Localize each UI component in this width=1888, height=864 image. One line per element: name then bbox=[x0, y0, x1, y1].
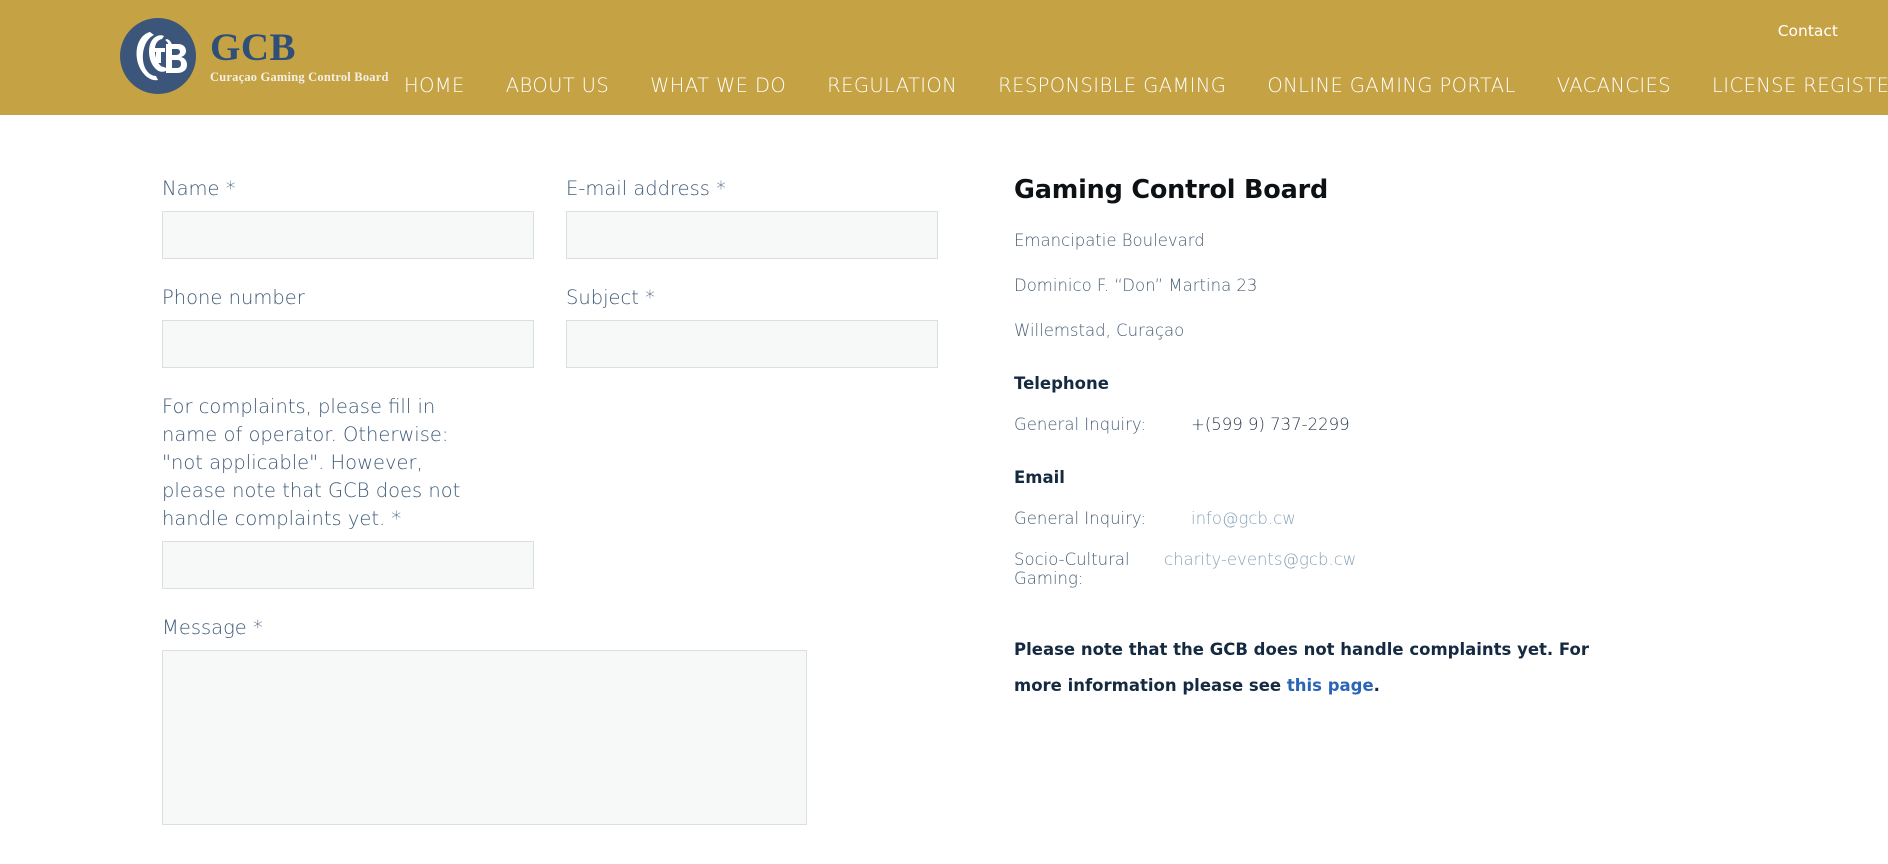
address-line-1: Emancipatie Boulevard bbox=[1014, 231, 1205, 250]
page-content: Name * E-mail address * Phone number Sub… bbox=[0, 115, 1888, 864]
nav-item-about-us[interactable]: ABOUT US bbox=[506, 74, 609, 97]
name-input[interactable] bbox=[162, 211, 534, 259]
email-row-general: General Inquiry: info@gcb.cw bbox=[1014, 509, 1814, 528]
logo-subtitle: Curaçao Gaming Control Board bbox=[210, 70, 389, 85]
phone-label: Phone number bbox=[162, 286, 305, 309]
nav-item-home[interactable]: HOME bbox=[404, 74, 465, 97]
telephone-row: General Inquiry: +(599 9) 737-2299 bbox=[1014, 415, 1814, 434]
site-header: GCB Curaçao Gaming Control Board Contact… bbox=[0, 0, 1888, 115]
email-link-charity[interactable]: charity-events@gcb.cw bbox=[1164, 550, 1356, 569]
operator-label: For complaints, please fill in name of o… bbox=[162, 395, 461, 530]
phone-input[interactable] bbox=[162, 320, 534, 368]
email-key-charity: Socio-Cultural Gaming: bbox=[1014, 550, 1130, 588]
subject-input[interactable] bbox=[566, 320, 938, 368]
gcb-monogram-logo bbox=[120, 18, 196, 94]
nav-item-vacancies[interactable]: VACANCIES bbox=[1557, 74, 1671, 97]
site-logo[interactable]: GCB Curaçao Gaming Control Board bbox=[120, 18, 389, 94]
complaints-note-tail: . bbox=[1373, 676, 1380, 695]
main-navigation: HOME ABOUT US WHAT WE DO REGULATION RESP… bbox=[404, 74, 1888, 97]
complaints-note: Please note that the GCB does not handle… bbox=[1014, 632, 1624, 704]
nav-item-online-gaming-portal[interactable]: ONLINE GAMING PORTAL bbox=[1267, 74, 1515, 97]
message-label: Message * bbox=[162, 616, 263, 639]
email-label: E-mail address * bbox=[566, 177, 726, 200]
info-title: Gaming Control Board bbox=[1014, 175, 1329, 205]
message-textarea[interactable] bbox=[162, 650, 807, 825]
name-label: Name * bbox=[162, 177, 236, 200]
contact-info-panel: Gaming Control Board Emancipatie Bouleva… bbox=[1014, 175, 1814, 704]
email-key-general: General Inquiry: bbox=[1014, 509, 1147, 528]
nav-item-responsible-gaming[interactable]: RESPONSIBLE GAMING bbox=[998, 74, 1226, 97]
address-line-2: Dominico F. “Don” Martina 23 bbox=[1014, 276, 1258, 295]
logo-title: GCB bbox=[210, 26, 297, 70]
operator-input[interactable] bbox=[162, 541, 534, 589]
subject-label: Subject * bbox=[566, 286, 655, 309]
telephone-heading: Telephone bbox=[1014, 374, 1109, 393]
nav-item-license-register[interactable]: LICENSE REGISTER bbox=[1712, 74, 1888, 97]
contact-form: Name * E-mail address * Phone number Sub… bbox=[162, 175, 982, 830]
this-page-link[interactable]: this page bbox=[1287, 676, 1374, 695]
contact-link[interactable]: Contact bbox=[1778, 22, 1838, 40]
telephone-key: General Inquiry: bbox=[1014, 415, 1147, 434]
address-line-3: Willemstad, Curaçao bbox=[1014, 321, 1185, 340]
nav-item-what-we-do[interactable]: WHAT WE DO bbox=[650, 74, 786, 97]
telephone-value: +(599 9) 737-2299 bbox=[1191, 415, 1350, 434]
email-row-charity: Socio-Cultural Gaming: charity-events@gc… bbox=[1014, 550, 1814, 588]
email-heading: Email bbox=[1014, 468, 1065, 487]
nav-item-regulation[interactable]: REGULATION bbox=[827, 74, 957, 97]
email-input[interactable] bbox=[566, 211, 938, 259]
email-link-general[interactable]: info@gcb.cw bbox=[1191, 509, 1296, 528]
